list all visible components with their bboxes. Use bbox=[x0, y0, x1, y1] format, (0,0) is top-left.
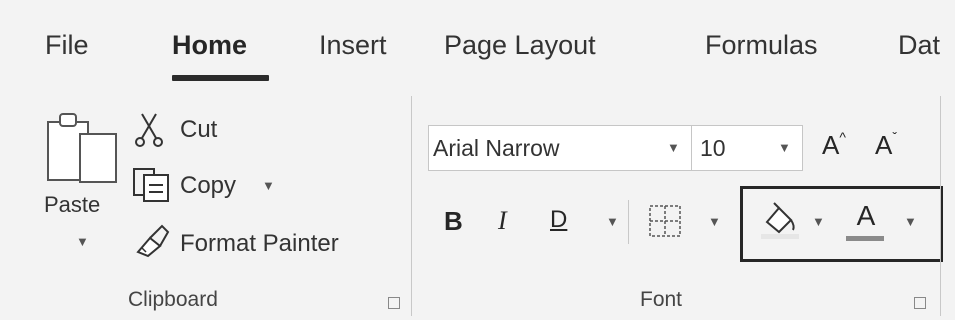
active-tab-indicator bbox=[172, 75, 269, 81]
scissors-icon bbox=[135, 113, 163, 147]
borders-dropdown-icon[interactable]: ▼ bbox=[708, 214, 721, 229]
borders-icon bbox=[649, 205, 681, 237]
tab-page-layout[interactable]: Page Layout bbox=[444, 30, 596, 61]
group-separator bbox=[411, 96, 412, 316]
decrease-font-size-button[interactable]: Aˇ bbox=[875, 129, 897, 161]
clipboard-group-label: Clipboard bbox=[128, 288, 218, 311]
font-size-dropdown-icon[interactable]: ▼ bbox=[778, 140, 791, 155]
font-name-combobox[interactable]: Arial Narrow ▼ bbox=[428, 125, 692, 171]
italic-button[interactable]: I bbox=[498, 206, 507, 236]
paste-label: Paste bbox=[44, 192, 101, 217]
font-dialog-launcher-icon[interactable] bbox=[914, 297, 926, 309]
clipboard-dialog-launcher-icon[interactable] bbox=[388, 297, 400, 309]
copy-button[interactable] bbox=[132, 167, 172, 208]
tab-home[interactable]: Home bbox=[172, 30, 247, 61]
format-painter-button[interactable] bbox=[132, 222, 172, 263]
highlight-box bbox=[740, 186, 943, 262]
copy-dropdown-icon[interactable]: ▼ bbox=[262, 178, 275, 193]
bold-button[interactable]: B bbox=[444, 206, 463, 237]
underline-button[interactable]: D bbox=[550, 206, 567, 234]
tab-formulas[interactable]: Formulas bbox=[705, 30, 818, 61]
font-row-separator bbox=[628, 200, 629, 244]
copy-icon bbox=[133, 168, 169, 202]
paste-button[interactable] bbox=[40, 108, 120, 193]
cut-label[interactable]: Cut bbox=[180, 116, 217, 144]
format-painter-label[interactable]: Format Painter bbox=[180, 230, 339, 258]
copy-label[interactable]: Copy bbox=[180, 172, 236, 200]
font-size-combobox[interactable]: 10 ▼ bbox=[691, 125, 803, 171]
font-size-value: 10 bbox=[700, 135, 726, 161]
cut-button[interactable] bbox=[132, 112, 168, 153]
tab-file[interactable]: File bbox=[45, 30, 89, 61]
tab-insert[interactable]: Insert bbox=[319, 30, 387, 61]
font-name-value: Arial Narrow bbox=[433, 135, 560, 161]
tab-data[interactable]: Dat bbox=[898, 30, 940, 61]
group-separator-right bbox=[940, 96, 941, 316]
underline-dropdown-icon[interactable]: ▼ bbox=[606, 214, 619, 229]
borders-button[interactable] bbox=[648, 204, 682, 243]
font-group-label: Font bbox=[640, 288, 683, 311]
increase-font-size-label: A bbox=[822, 130, 840, 160]
paintbrush-icon bbox=[136, 224, 170, 258]
paste-dropdown-icon[interactable]: ▼ bbox=[76, 234, 89, 249]
font-name-dropdown-icon[interactable]: ▼ bbox=[667, 140, 680, 155]
increase-font-size-button[interactable]: A^ bbox=[822, 129, 846, 161]
decrease-font-size-label: A bbox=[875, 130, 893, 160]
paste-icon bbox=[47, 113, 117, 183]
